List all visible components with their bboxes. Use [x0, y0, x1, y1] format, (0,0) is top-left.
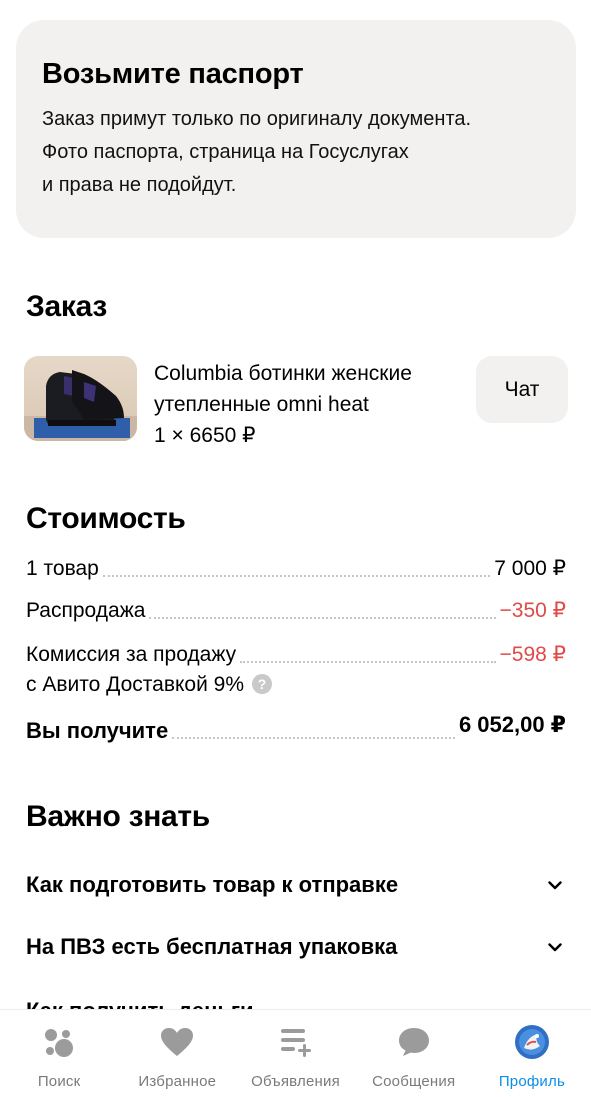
faq-item-money[interactable]: Как получить деньги — [26, 996, 254, 1009]
passport-notice-line-1: Заказ примут только по оригиналу докумен… — [42, 108, 472, 130]
commission-detail-text: с Авито Доставкой 9% — [26, 673, 244, 696]
tab-favorites[interactable]: Избранное — [118, 1010, 236, 1097]
important-section-title: Важно знать — [26, 800, 210, 833]
faq-item-label: Как подготовить товар к отправке — [26, 872, 399, 897]
product-quantity-price: 1 × 6650 ₽ — [154, 424, 256, 447]
dotted-leader — [240, 661, 496, 663]
chat-button[interactable]: Чат — [476, 356, 568, 423]
cost-row-label: 1 товар — [26, 557, 99, 580]
chat-bubble-icon — [396, 1024, 432, 1060]
tab-search[interactable]: Поиск — [0, 1010, 118, 1097]
chevron-down-icon — [544, 874, 566, 896]
passport-notice-line-3: и права не подойдут. — [42, 174, 237, 196]
tab-messages[interactable]: Сообщения — [355, 1010, 473, 1097]
dotted-leader — [149, 617, 496, 619]
tab-profile[interactable]: Профиль — [473, 1010, 591, 1097]
passport-notice-title: Возьмите паспорт — [42, 58, 304, 90]
product-info[interactable]: Columbia ботинки женские утепленные omni… — [154, 358, 474, 451]
cost-section-title: Стоимость — [26, 502, 186, 535]
faq-item-label: На ПВЗ есть бесплатная упаковка — [26, 934, 398, 959]
tab-label: Объявления — [251, 1073, 340, 1090]
product-photo[interactable] — [24, 356, 137, 441]
tab-label: Поиск — [37, 1073, 81, 1090]
cost-row-label: Комиссия за продажу — [26, 643, 237, 666]
help-icon[interactable]: ? — [252, 674, 272, 694]
tab-listings[interactable]: Объявления — [236, 1010, 354, 1097]
cost-row-value: 7 000 ₽ — [494, 557, 566, 580]
listings-icon — [278, 1024, 314, 1060]
order-section-title: Заказ — [26, 290, 107, 323]
cost-row-total: Вы получите 6 052,00 ₽ — [26, 712, 566, 744]
dotted-leader — [172, 737, 455, 739]
tab-label: Сообщения — [372, 1073, 456, 1090]
cost-row-commission: Комиссия за продажу −598 ₽ — [26, 642, 566, 668]
product-name-line-2: утепленные omni heat — [154, 393, 369, 416]
product-name-line-1: Columbia ботинки женские — [154, 362, 412, 385]
bottom-tab-bar: Поиск Избранное Объявления Сообщения Про… — [0, 1009, 591, 1097]
order-item[interactable]: Columbia ботинки женские утепленные omni… — [24, 356, 568, 447]
total-value: 6 052,00 ₽ — [458, 712, 566, 737]
passport-notice-line-2: Фото паспорта, страница на Госуслугах — [42, 141, 409, 163]
cost-row-value: −350 ₽ — [499, 599, 567, 622]
heart-icon — [159, 1024, 195, 1060]
faq-item-prepare[interactable]: Как подготовить товар к отправке — [26, 872, 566, 898]
chevron-down-icon — [544, 936, 566, 958]
dotted-leader — [102, 575, 491, 577]
tab-label: Профиль — [498, 1073, 565, 1090]
cost-row-label: Распродажа — [26, 599, 146, 622]
cost-row-value: −598 ₽ — [499, 643, 567, 666]
avatar-icon — [514, 1024, 550, 1060]
faq-item-label: Как получить деньги — [26, 998, 254, 1009]
cost-row-sale: Распродажа −350 ₽ — [26, 598, 566, 624]
tab-label: Избранное — [138, 1073, 217, 1090]
cost-row-items: 1 товар 7 000 ₽ — [26, 556, 566, 582]
total-label: Вы получите — [26, 718, 169, 743]
passport-notice-card: Возьмите паспорт Заказ примут только по … — [16, 20, 576, 238]
search-dots-icon — [41, 1024, 77, 1060]
faq-item-packaging[interactable]: На ПВЗ есть бесплатная упаковка — [26, 934, 566, 960]
commission-label-line-2: с Авито Доставкой 9%? — [26, 672, 272, 698]
